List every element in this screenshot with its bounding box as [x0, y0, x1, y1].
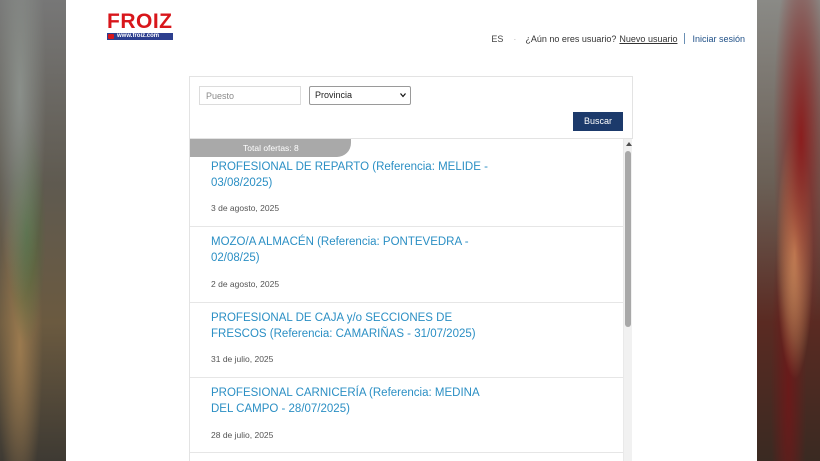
list-item[interactable]: MOZO/A ALMACÉN (Referencia: PONTEVEDRA -… [190, 227, 623, 303]
logo-url-bar: www.froiz.com [107, 33, 173, 40]
separator: · [513, 33, 517, 44]
main-page: FROIZ www.froiz.com ES · ¿Aún no eres us… [66, 0, 757, 461]
logo-wordmark: FROIZ [107, 10, 173, 33]
offer-title-link[interactable]: MOZO/A ALMACÉN (Referencia: PONTEVEDRA -… [211, 234, 501, 266]
background-photo-right [757, 0, 820, 461]
results-scrollbar[interactable] [623, 139, 632, 461]
search-button[interactable]: Buscar [573, 112, 623, 131]
froiz-logo[interactable]: FROIZ www.froiz.com [107, 11, 173, 41]
job-offers-list: Total ofertas: 8 PROFESIONAL DE REPARTO … [189, 139, 624, 461]
new-user-link[interactable]: Nuevo usuario [619, 34, 677, 44]
province-select-value: Provincia [315, 90, 353, 100]
offer-date: 3 de agosto, 2025 [211, 203, 280, 213]
list-item[interactable]: PROFESIONAL CARNICERÍA (Referencia: MEDI… [190, 377, 623, 453]
login-link[interactable]: Iniciar sesión [692, 34, 745, 44]
no-user-prompt: ¿Aún no eres usuario? [525, 33, 617, 44]
search-panel: Provincia Buscar [189, 76, 633, 139]
scrollbar-thumb[interactable] [625, 151, 631, 327]
divider [684, 33, 686, 44]
offer-title-link[interactable]: PROFESIONAL CARNICERÍA (Referencia: MEDI… [211, 385, 501, 417]
position-search-input[interactable] [199, 86, 301, 105]
top-navigation: ES · ¿Aún no eres usuario? Nuevo usuario… [491, 33, 745, 44]
chevron-down-icon [400, 93, 406, 98]
province-select[interactable]: Provincia [309, 86, 411, 105]
offer-date: 28 de julio, 2025 [211, 430, 274, 440]
scroll-up-arrow-icon[interactable] [626, 142, 632, 146]
background-photo-left [0, 0, 66, 461]
list-item[interactable]: PROFESIONAL DE CAJA y/o SECCIONES DE FRE… [190, 302, 623, 378]
language-selector[interactable]: ES [491, 34, 503, 44]
offer-title-link[interactable]: PROFESIONAL DE REPARTO (Referencia: MELI… [211, 159, 501, 191]
offer-date: 31 de julio, 2025 [211, 354, 274, 364]
offer-title-link[interactable]: PROFESIONAL DE CAJA y/o SECCIONES DE FRE… [211, 310, 501, 342]
offer-date: 2 de agosto, 2025 [211, 279, 280, 289]
list-item[interactable]: PROFESIONAL DE REPARTO (Referencia: MELI… [190, 151, 623, 227]
